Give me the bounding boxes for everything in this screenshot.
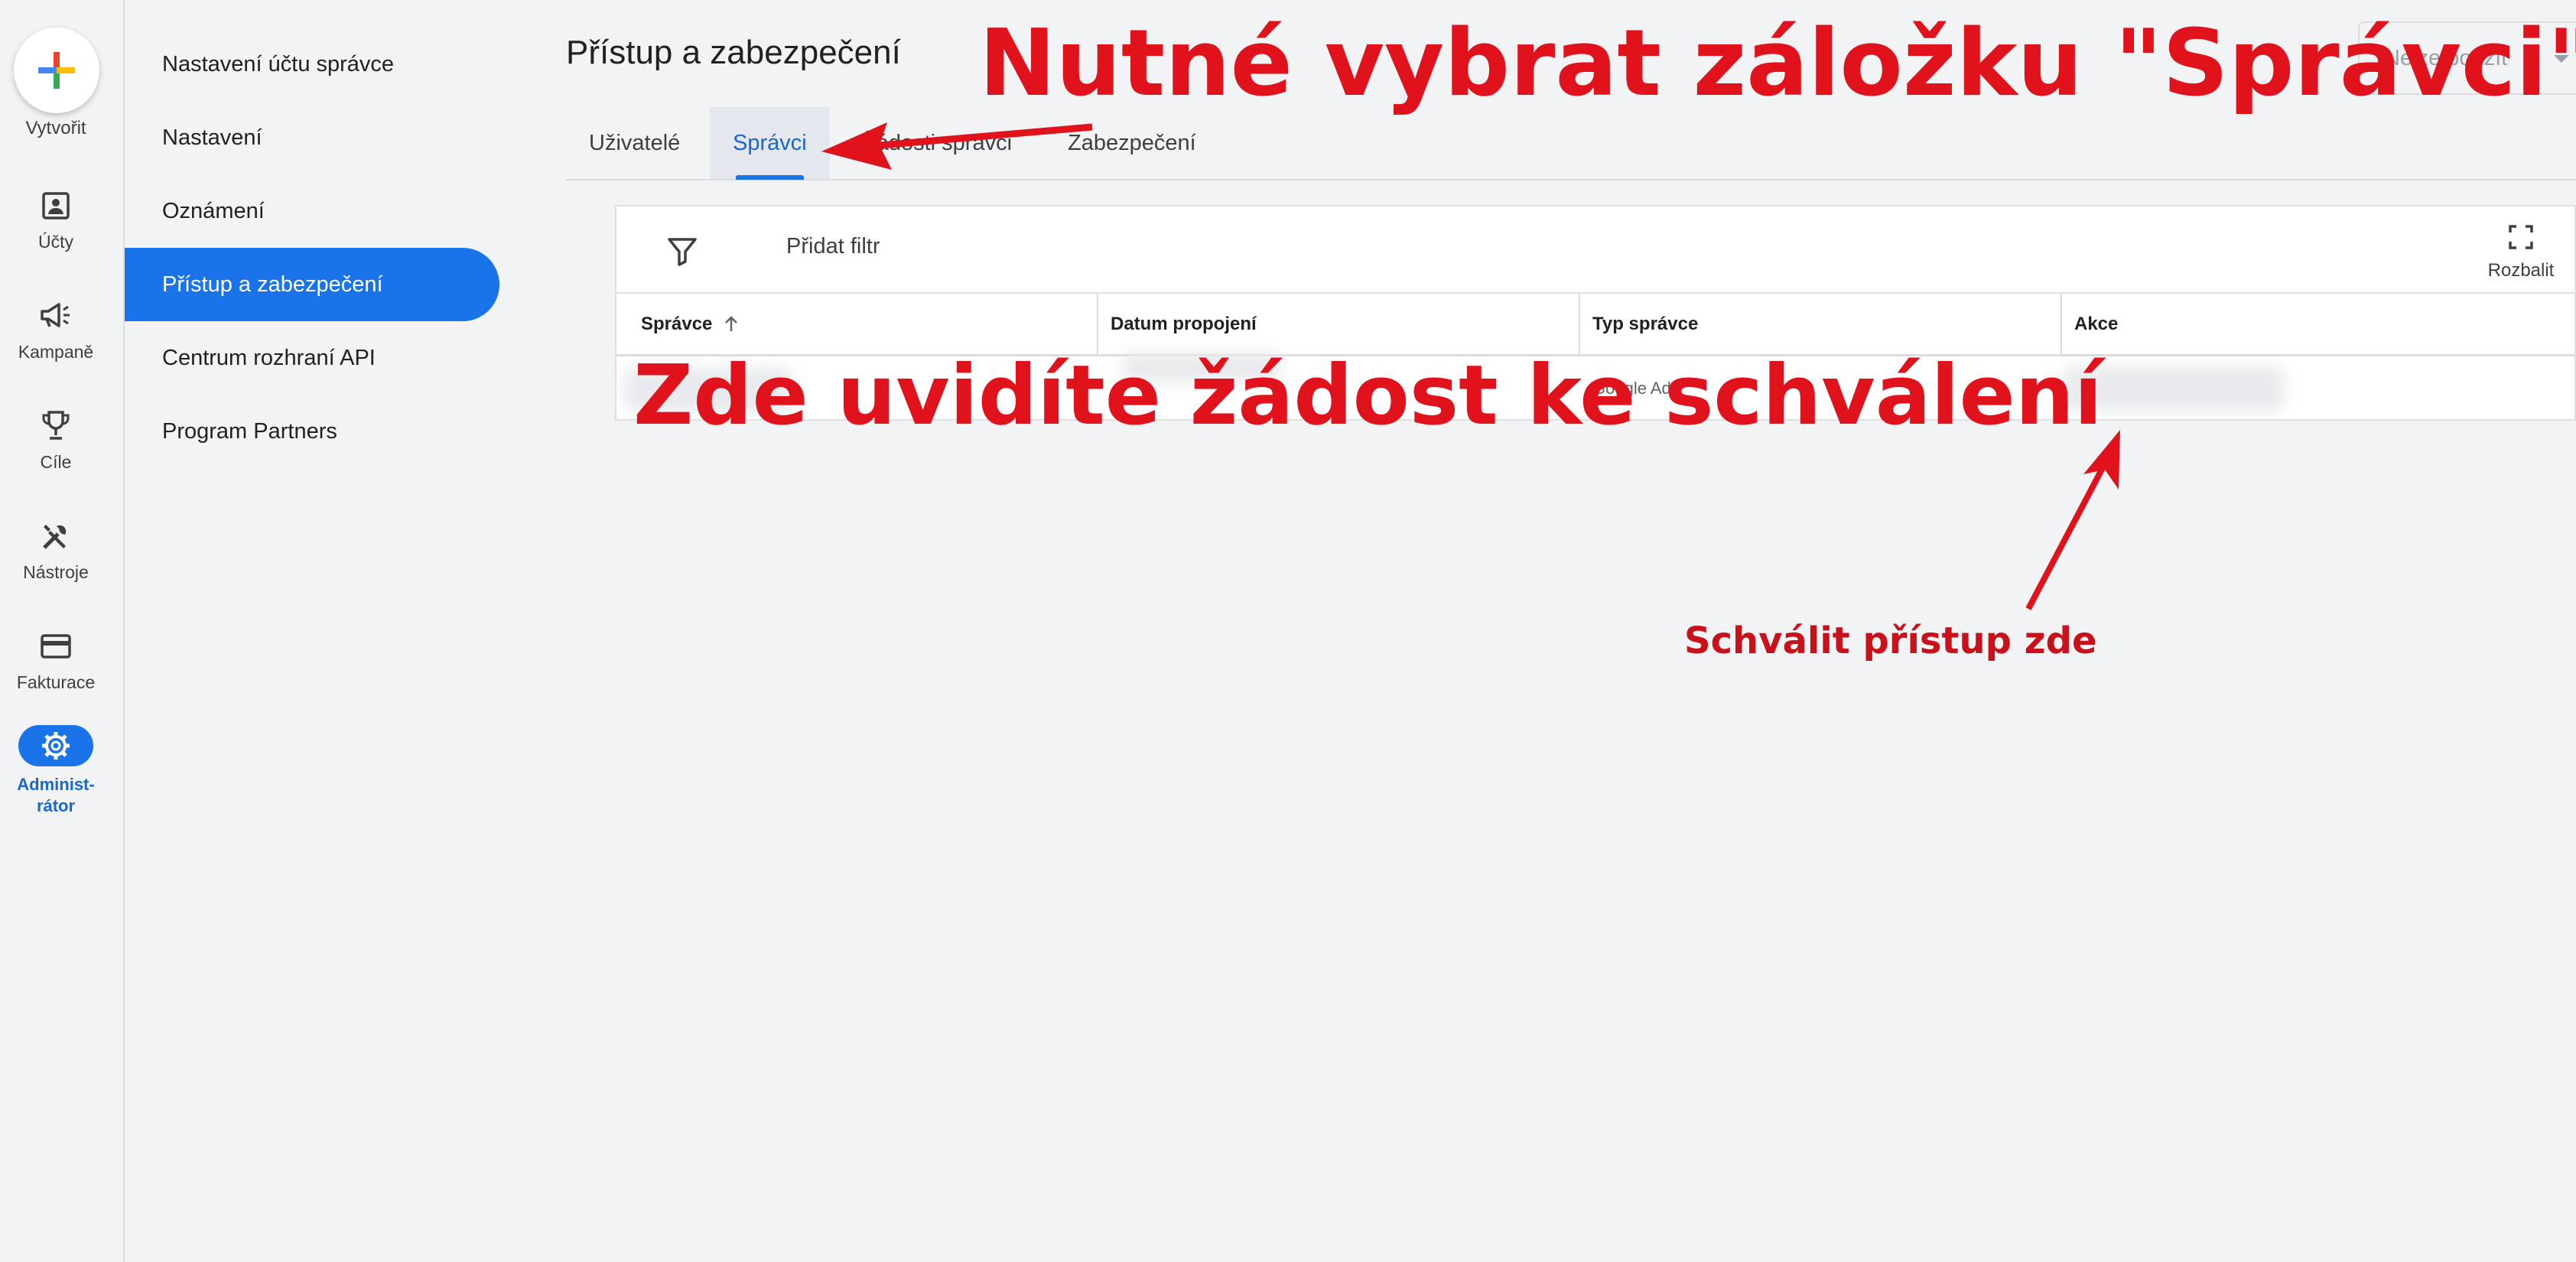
column-header-manager-type[interactable]: Typ správce [1580, 294, 2062, 355]
nav-item-settings[interactable]: Nastavení [125, 101, 499, 174]
rail-item-goals[interactable]: Cíle [0, 407, 112, 499]
rail-label-admin-line1: Administ- [17, 775, 95, 794]
nav-item-partners[interactable]: Program Partners [125, 395, 499, 468]
tab-managers[interactable]: Správci [710, 107, 830, 180]
annotation-request-here: Zde uvidíte žádost ke schválení [633, 348, 2103, 444]
rail-label-admin: Administ- rátor [0, 774, 112, 817]
rail-label-campaigns: Kampaně [18, 342, 94, 362]
rail-label-accounts: Účty [38, 232, 73, 252]
rail-item-billing[interactable]: Fakturace [0, 627, 112, 719]
tab-manager-requests[interactable]: Žádosti správci [840, 107, 1035, 179]
tab-bar: Uživatelé Správci Žádosti správci Zabezp… [566, 107, 2576, 181]
nav-item-access-security[interactable]: Přístup a zabezpečení [125, 248, 499, 321]
filter-icon[interactable] [665, 234, 699, 268]
tab-users[interactable]: Uživatelé [566, 107, 703, 179]
tab-security[interactable]: Zabezpečení [1045, 107, 1219, 179]
nav-item-api-center[interactable]: Centrum rozhraní API [125, 321, 499, 395]
trophy-icon [37, 407, 75, 445]
page-title: Přístup a zabezpečení [566, 34, 901, 71]
rail-label-admin-line2: rátor [36, 796, 76, 815]
create-label: Vytvořit [25, 118, 86, 138]
rail-item-accounts[interactable]: Účty [0, 187, 112, 278]
tools-icon [37, 517, 75, 555]
expand-label: Rozbalit [2487, 260, 2555, 281]
create-button[interactable] [14, 28, 99, 113]
gear-icon [37, 727, 75, 765]
rail-label-goals: Cíle [40, 452, 72, 472]
annotation-select-tab: Nutné vybrat záložku "Správci" [979, 11, 2576, 117]
plus-icon [38, 52, 75, 89]
fullscreen-icon [2509, 225, 2533, 249]
expand-button[interactable]: Rozbalit [2467, 217, 2574, 286]
credit-card-icon [37, 627, 75, 665]
column-header-link-date[interactable]: Datum propojení [1098, 294, 1580, 355]
rail-item-campaigns[interactable]: Kampaně [0, 297, 112, 389]
column-header-manager[interactable]: Správce [616, 294, 1098, 355]
campaigns-icon [37, 297, 75, 335]
column-header-action: Akce [2074, 314, 2119, 334]
rail-label-billing: Fakturace [16, 672, 96, 692]
nav-item-manager-settings[interactable]: Nastavení účtu správce [125, 28, 499, 101]
app-window: Vytvořit Účty Kampaně Cíle Nástroje Fakt… [0, 0, 2576, 1262]
filter-bar: Přidat filtr Rozbalit [616, 207, 2574, 294]
sort-ascending-icon[interactable] [721, 314, 741, 334]
left-rail: Vytvořit Účty Kampaně Cíle Nástroje Fakt… [0, 0, 125, 1262]
nav-item-notifications[interactable]: Oznámení [125, 174, 499, 248]
admin-nav: Nastavení účtu správce Nastavení Oznámen… [125, 0, 568, 1262]
accounts-icon [37, 187, 75, 225]
rail-item-tools[interactable]: Nástroje [0, 517, 112, 609]
rail-item-admin[interactable]: Administ- rátor [0, 725, 112, 818]
add-filter-button[interactable]: Přidat filtr [786, 234, 880, 259]
rail-label-tools: Nástroje [23, 562, 89, 582]
annotation-approve-here: Schválit přístup zde [1684, 620, 2097, 662]
column-header-manager-label: Správce [641, 314, 713, 334]
main-content: Přístup a zabezpečení Uživatelé Správci … [566, 0, 2576, 1262]
